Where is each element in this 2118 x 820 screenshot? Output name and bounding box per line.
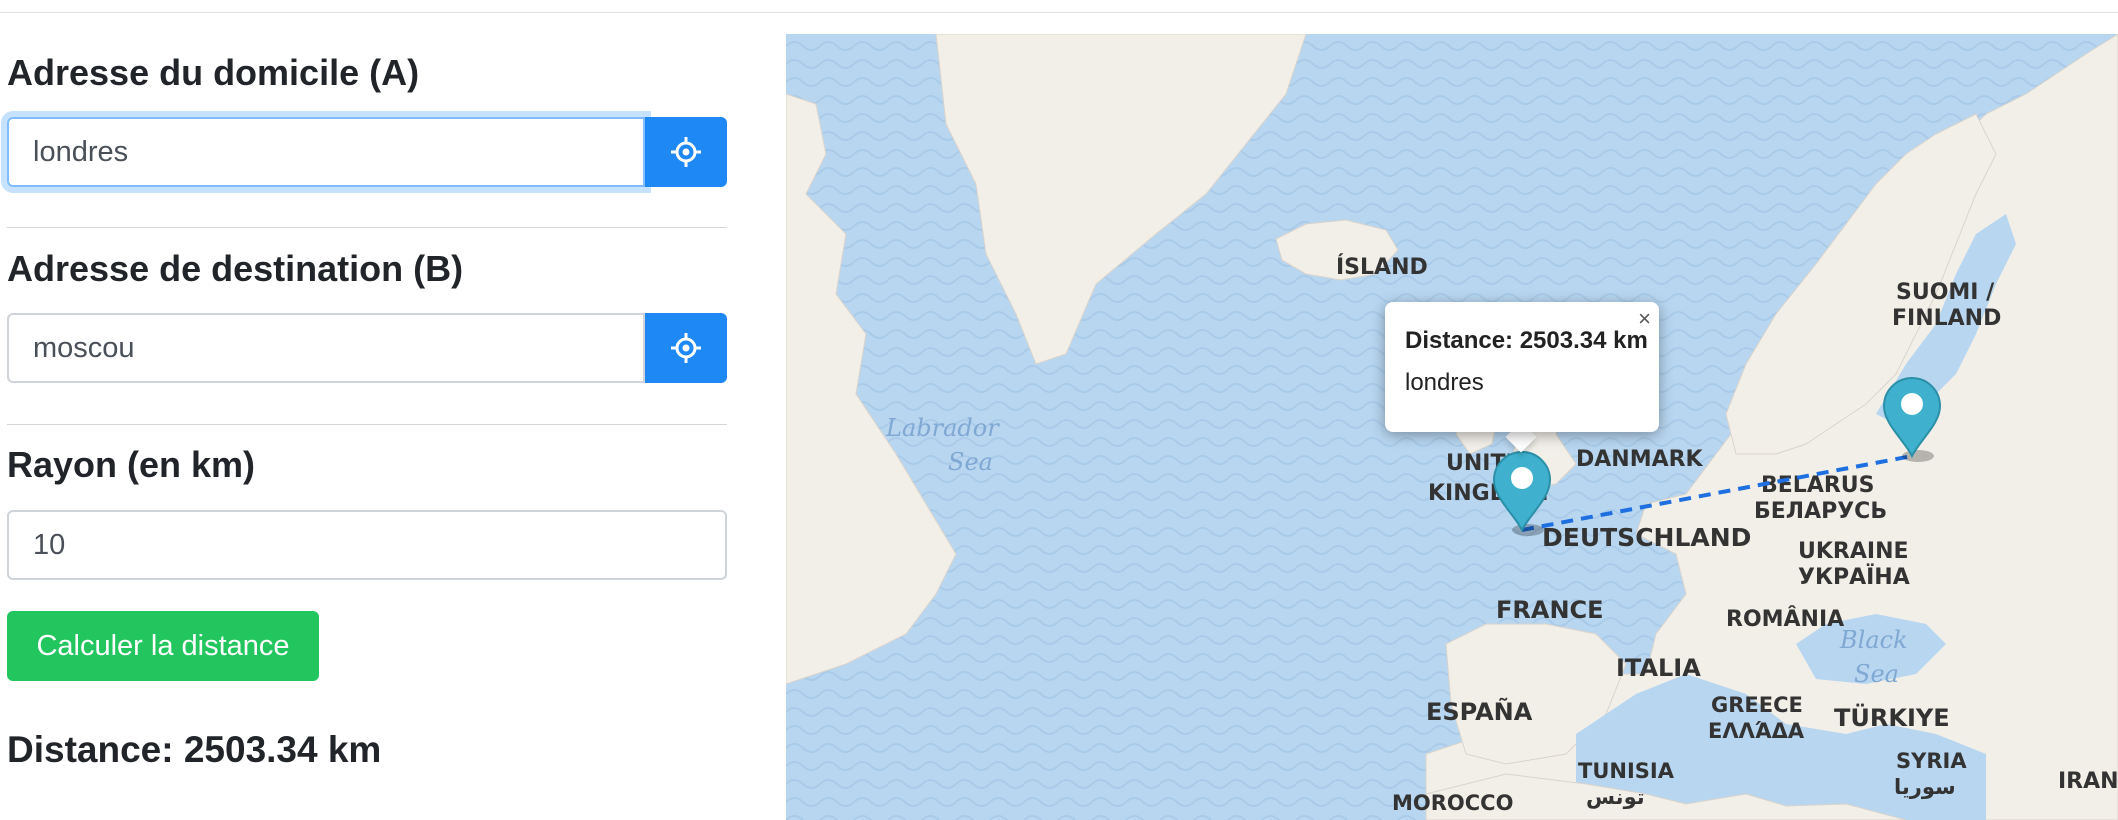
label-iran: IRAN: [2058, 769, 2118, 794]
home-locate-button[interactable]: [645, 117, 727, 187]
distance-popup: Distance: 2503.34 km londres ×: [1385, 302, 1659, 432]
section-divider: [7, 424, 727, 425]
calculate-distance-button[interactable]: Calculer la distance: [7, 611, 319, 681]
label-syria: سوريا: [1894, 775, 1956, 799]
label-syria: SYRIA: [1896, 749, 1967, 773]
label-romania: ROMÂNIA: [1726, 606, 1844, 632]
label-finland: FINLAND: [1892, 306, 2001, 331]
crosshair-icon: [671, 333, 701, 363]
label-labrador-sea: Sea: [948, 448, 993, 476]
label-italia: ITALIA: [1616, 654, 1701, 682]
radius-input[interactable]: [7, 510, 727, 580]
close-icon[interactable]: ×: [1638, 306, 1651, 332]
radius-label: Rayon (en km): [7, 444, 256, 485]
destination-locate-button[interactable]: [645, 313, 727, 383]
home-address-label: Adresse du domicile (A): [7, 52, 420, 93]
label-turkiye: TÜRKIYE: [1834, 702, 1950, 732]
distance-form: Adresse du domicile (A) Adresse de desti…: [0, 0, 740, 820]
label-iceland: ÍSLAND: [1336, 254, 1428, 280]
home-address-input[interactable]: [7, 117, 645, 187]
destination-address-input[interactable]: [7, 313, 645, 383]
label-morocco: MOROCCO: [1392, 791, 1513, 815]
label-labrador-sea: Labrador: [885, 414, 1000, 442]
label-tunisia: TUNISIA: [1578, 759, 1675, 783]
label-black-sea: Black: [1839, 626, 1908, 654]
label-france: FRANCE: [1496, 596, 1604, 624]
label-belarus: BELARUS: [1761, 473, 1875, 498]
label-belarus: БЕЛАРУСЬ: [1754, 499, 1887, 524]
label-deutschland: DEUTSCHLAND: [1542, 523, 1751, 552]
label-ukraine: УКРАЇНА: [1798, 564, 1910, 590]
label-black-sea: Sea: [1854, 660, 1899, 688]
destination-address-group: [7, 313, 727, 383]
home-address-group: [7, 117, 727, 187]
label-finland: SUOMI /: [1896, 280, 1995, 305]
popup-place: londres: [1405, 369, 1484, 396]
label-greece: GREECE: [1711, 693, 1803, 717]
popup-distance: Distance: 2503.34 km: [1405, 327, 1648, 354]
label-espana: ESPAÑA: [1426, 697, 1533, 726]
label-danmark: DANMARK: [1576, 447, 1704, 472]
distance-result: Distance: 2503.34 km: [7, 729, 382, 770]
label-ukraine: UKRAINE: [1798, 539, 1909, 564]
destination-address-label: Adresse de destination (B): [7, 248, 464, 289]
label-greece: ΕΛΛΆΔΑ: [1708, 719, 1805, 743]
section-divider: [7, 227, 727, 228]
crosshair-icon: [671, 137, 701, 167]
label-tunisia: تونس: [1586, 785, 1645, 809]
